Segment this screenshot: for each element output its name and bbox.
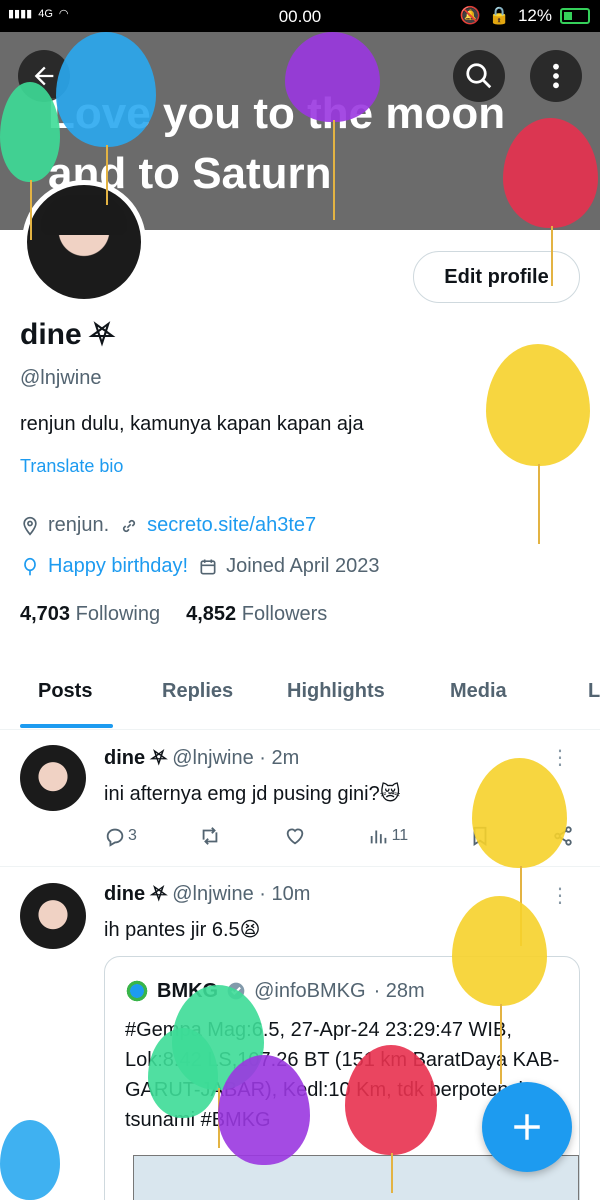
- views-count: 11: [391, 827, 409, 844]
- tab-likes[interactable]: L: [588, 680, 600, 703]
- tweet-author-emoji: ⛧: [150, 883, 167, 905]
- more-options-button[interactable]: [530, 50, 582, 102]
- bookmark-icon: [473, 826, 487, 846]
- birthday-text[interactable]: Happy birthday!: [48, 555, 188, 578]
- compose-button[interactable]: [482, 1082, 572, 1172]
- following-stat[interactable]: 4,703 Following: [20, 603, 160, 626]
- followers-label: Followers: [241, 603, 328, 625]
- calendar-icon: [200, 559, 216, 574]
- profile-bio: renjun dulu, kamunya kapan kapan aja: [20, 413, 364, 435]
- following-label: Following: [75, 603, 161, 625]
- quoted-tweet-header: BMKG @infoBMKG · 28m: [125, 979, 425, 1003]
- status-bar: ▮▮▮▮ 4G ◠ 00.00 🔕 🔒 12%: [0, 0, 600, 32]
- plus-icon: [514, 1114, 540, 1140]
- tab-posts[interactable]: Posts: [38, 680, 92, 703]
- tweet-more-icon[interactable]: ⋮: [550, 883, 570, 908]
- quoted-author-name: BMKG: [157, 979, 219, 1002]
- joined: Joined April 2023: [198, 555, 380, 578]
- search-button[interactable]: [453, 50, 505, 102]
- tweet-author-name: dine: [104, 883, 146, 905]
- tweet-avatar[interactable]: [20, 745, 86, 811]
- quoted-time: · 28m: [373, 979, 425, 1002]
- tweet-author-emoji: ⛧: [150, 747, 167, 769]
- reply-count: 3: [128, 827, 137, 844]
- status-right: 🔕 🔒 12%: [460, 6, 590, 26]
- tab-media[interactable]: Media: [450, 680, 507, 703]
- followers-stat[interactable]: 4,852 Followers: [186, 603, 327, 626]
- quoted-author-handle: @infoBMKG: [254, 979, 366, 1002]
- birthday: Happy birthday!: [20, 555, 188, 578]
- profile-tabs: Posts Replies Highlights Media L: [0, 660, 600, 730]
- reply-button[interactable]: 3: [104, 825, 137, 847]
- heart-icon: [286, 828, 303, 845]
- edit-profile-button[interactable]: Edit profile: [413, 251, 580, 303]
- bookmark-button[interactable]: [469, 825, 491, 847]
- tweet-avatar[interactable]: [20, 883, 86, 949]
- reply-icon: [106, 828, 124, 847]
- location-pin-icon: [23, 516, 37, 536]
- translate-bio-link[interactable]: Translate bio: [20, 456, 123, 477]
- views-icon: [370, 830, 386, 844]
- tweet-header: dine ⛧ @lnjwine · 2m: [104, 747, 299, 770]
- link-icon: [123, 519, 136, 532]
- name-emoji: ⛧: [90, 318, 115, 351]
- active-tab-indicator: [20, 724, 113, 728]
- tab-replies[interactable]: Replies: [162, 680, 233, 703]
- tweet-more-icon[interactable]: ⋮: [550, 745, 570, 770]
- battery-icon: [560, 8, 590, 24]
- share-button[interactable]: [552, 825, 574, 847]
- more-vertical-icon: [553, 63, 559, 89]
- profile-meta-row-1: renjun. secreto.site/ah3te7: [20, 514, 316, 537]
- mute-icon: 🔕: [459, 6, 481, 25]
- joined-text: Joined April 2023: [226, 555, 380, 577]
- views-button[interactable]: 11: [368, 825, 409, 847]
- profile-meta-row-2: Happy birthday! Joined April 2023: [20, 555, 380, 578]
- tweet-text: ini afternya emg jd pusing gini?😿: [104, 783, 401, 805]
- tweet-author-name: dine: [104, 747, 146, 769]
- profile-name: dine ⛧: [20, 318, 114, 352]
- followers-count: 4,852: [186, 603, 237, 625]
- lock-icon: 🔒: [488, 6, 510, 25]
- profile-avatar[interactable]: [22, 180, 146, 304]
- website: secreto.site/ah3te7: [119, 514, 316, 537]
- arrow-left-icon: [34, 66, 54, 86]
- tweet-header: dine ⛧ @lnjwine · 10m: [104, 883, 310, 906]
- tweet-text: ih pantes jir 6.5😫: [104, 919, 261, 941]
- profile-handle: @lnjwine: [20, 367, 102, 389]
- bmkg-logo-icon: [125, 979, 149, 1003]
- follow-stats: 4,703 Following 4,852 Followers: [20, 603, 327, 626]
- following-count: 4,703: [20, 603, 71, 625]
- location-text: renjun.: [48, 514, 110, 536]
- share-icon: [554, 826, 572, 846]
- tab-highlights[interactable]: Highlights: [287, 680, 385, 703]
- website-link[interactable]: secreto.site/ah3te7: [147, 514, 316, 537]
- balloon-decoration: [486, 344, 590, 544]
- tweet-author-handle: @lnjwine: [172, 883, 254, 905]
- tweet[interactable]: dine ⛧ @lnjwine · 2m ⋮ ini afternya emg …: [0, 731, 600, 867]
- tweet-actions: 3 11: [104, 825, 574, 847]
- battery-percent: 12%: [517, 6, 552, 25]
- search-icon: [466, 63, 492, 89]
- like-button[interactable]: [283, 825, 307, 847]
- retweet-icon: [202, 827, 218, 845]
- location: renjun.: [20, 514, 109, 537]
- tweet-author-handle: @lnjwine: [172, 747, 254, 769]
- balloon-icon: [24, 557, 36, 575]
- verified-badge-icon: [227, 982, 245, 1000]
- tweet-time: · 10m: [259, 883, 311, 905]
- banner-text: Love you to the moon and to Saturn: [48, 89, 506, 198]
- tweet-time: · 2m: [259, 747, 300, 769]
- retweet-button[interactable]: [198, 825, 222, 847]
- back-button[interactable]: [18, 50, 70, 102]
- display-name: dine: [20, 318, 82, 351]
